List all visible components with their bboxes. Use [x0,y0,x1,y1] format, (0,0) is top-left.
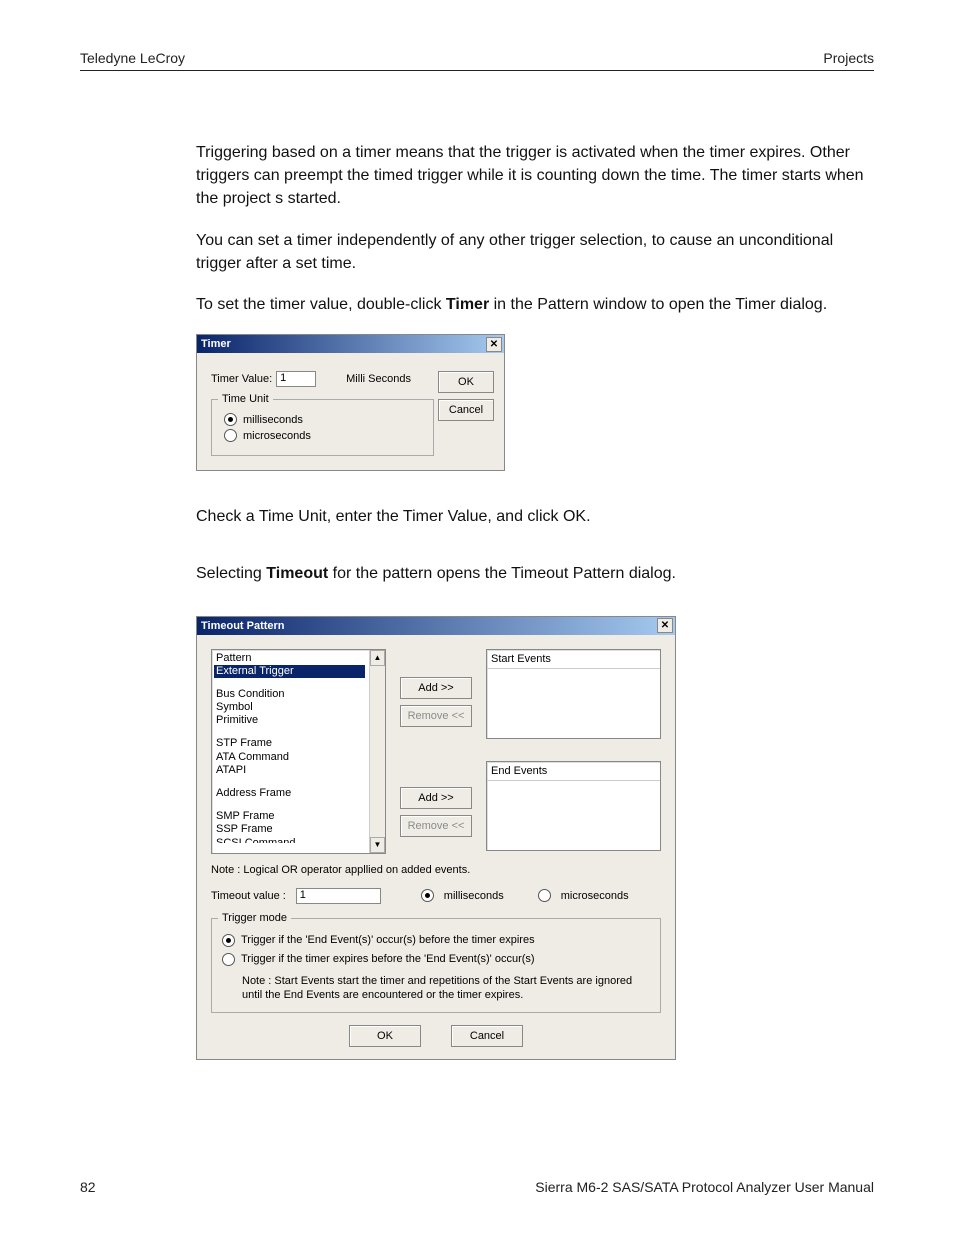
timeout-pattern-dialog: Timeout Pattern ✕ Pattern External Trigg… [196,616,676,1061]
trigger-opt1-label: Trigger if the 'End Event(s)' occur(s) b… [241,934,535,946]
radio-microseconds[interactable] [224,429,237,442]
paragraph-3: To set the timer value, double-click Tim… [196,293,874,316]
trigger-opt2-label: Trigger if the timer expires before the … [241,953,535,965]
close-icon[interactable]: ✕ [486,337,502,352]
timer-titlebar[interactable]: Timer ✕ [197,335,504,353]
bold-timeout: Timeout [266,565,328,582]
paragraph-2: You can set a timer independently of any… [196,229,874,275]
remove-start-button[interactable]: Remove << [400,705,472,727]
list-item[interactable]: Symbol [216,701,365,714]
header-right: Projects [823,50,874,66]
list-item[interactable]: SCSI Command [216,837,365,843]
list-item[interactable]: Bus Condition [216,688,365,701]
paragraph-5: Selecting Timeout for the pattern opens … [196,562,874,585]
list-item[interactable]: ATA Command [216,751,365,764]
pattern-label: Pattern [216,652,365,665]
page-number: 82 [80,1179,96,1195]
timeout-titlebar[interactable]: Timeout Pattern ✕ [197,617,675,635]
close-icon[interactable]: ✕ [657,618,673,633]
timer-value-input[interactable]: 1 [276,371,316,387]
trigger-note: Note : Start Events start the timer and … [242,974,650,1003]
bold-timer: Timer [446,296,489,313]
list-item[interactable]: SMP Frame [216,810,365,823]
radio-timeout-ms-label: milliseconds [444,890,504,902]
page-footer: 82 Sierra M6-2 SAS/SATA Protocol Analyze… [80,1179,874,1195]
add-end-button[interactable]: Add >> [400,787,472,809]
timer-title: Timer [201,338,231,350]
cancel-button[interactable]: Cancel [451,1025,523,1047]
page-header: Teledyne LeCroy Projects [80,50,874,71]
header-left: Teledyne LeCroy [80,50,185,66]
time-unit-legend: Time Unit [218,393,273,405]
end-events-listbox[interactable]: End Events [486,761,661,851]
pattern-listbox[interactable]: Pattern External Trigger Bus Condition S… [211,649,386,854]
start-events-label: Start Events [487,650,660,669]
radio-us-label: microseconds [243,430,311,442]
paragraph-1: Triggering based on a timer means that t… [196,141,874,211]
note-or: Note : Logical OR operator appllied on a… [211,864,661,876]
time-unit-fieldset: Time Unit milliseconds microseconds [211,399,434,456]
manual-title: Sierra M6-2 SAS/SATA Protocol Analyzer U… [535,1179,874,1195]
radio-trigger-opt2[interactable] [222,953,235,966]
ok-button[interactable]: OK [438,371,494,393]
radio-timeout-ms[interactable] [421,889,434,902]
radio-ms-label: milliseconds [243,414,303,426]
scroll-down-icon[interactable]: ▼ [370,837,385,853]
list-item[interactable]: ATAPI [216,764,365,777]
list-item[interactable]: Address Frame [216,787,365,800]
end-events-label: End Events [487,762,660,781]
scroll-up-icon[interactable]: ▲ [370,650,385,666]
start-events-listbox[interactable]: Start Events [486,649,661,739]
timeout-value-label: Timeout value : [211,890,286,902]
radio-trigger-opt1[interactable] [222,934,235,947]
list-item[interactable]: SSP Frame [216,823,365,836]
timer-value-label: Timer Value: [211,373,272,385]
timeout-value-input[interactable]: 1 [296,888,381,904]
cancel-button[interactable]: Cancel [438,399,494,421]
timer-unit-label: Milli Seconds [346,373,411,385]
scrollbar[interactable]: ▲ ▼ [369,650,385,853]
radio-timeout-us[interactable] [538,889,551,902]
list-item[interactable]: STP Frame [216,737,365,750]
list-item[interactable]: External Trigger [214,665,365,678]
radio-timeout-us-label: microseconds [561,890,629,902]
trigger-mode-legend: Trigger mode [218,912,291,924]
paragraph-4: Check a Time Unit, enter the Timer Value… [196,505,874,528]
timeout-title: Timeout Pattern [201,620,285,632]
ok-button[interactable]: OK [349,1025,421,1047]
add-start-button[interactable]: Add >> [400,677,472,699]
remove-end-button[interactable]: Remove << [400,815,472,837]
list-item[interactable]: Primitive [216,714,365,727]
radio-milliseconds[interactable] [224,413,237,426]
trigger-mode-fieldset: Trigger mode Trigger if the 'End Event(s… [211,918,661,1014]
timer-dialog: Timer ✕ Timer Value: 1 Milli Seconds Tim… [196,334,505,471]
